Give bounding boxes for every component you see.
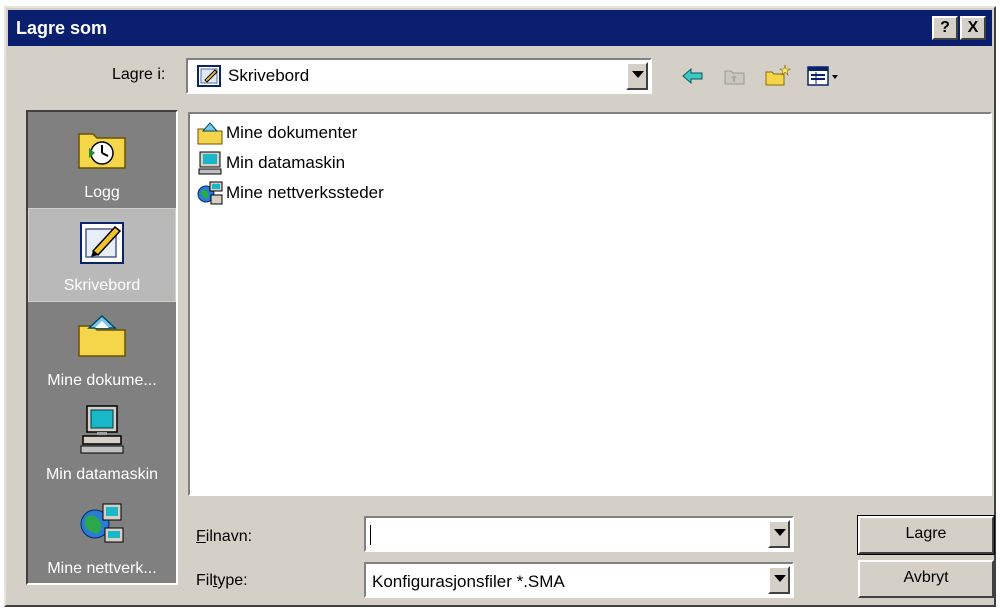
place-label: Logg [84,184,120,201]
up-folder-icon[interactable] [722,64,748,93]
place-logg[interactable]: Logg [28,114,176,208]
my-computer-icon [196,150,224,181]
filetype-label-prefix: Fil [196,572,213,589]
network-places-icon [196,180,224,211]
filename-input[interactable] [364,516,794,552]
filename-label-rest: ilnavn: [205,528,253,545]
places-bar: Logg Skrivebord Mine dokume... Min datam… [26,110,178,585]
history-folder-icon [75,122,129,177]
file-name: Mine dokumenter [226,123,358,142]
dialog-title: Lagre som [16,18,108,38]
save-in-label-prefix: La [112,66,130,83]
title-bar: Lagre som ? X [8,10,992,46]
help-button[interactable]: ? [932,16,958,40]
my-documents-icon [75,310,129,365]
save-in-value: Skrivebord [228,66,310,85]
filetype-label-suffix: ype: [217,572,248,589]
my-computer-icon [75,404,129,461]
filename-label: Filnavn: [196,528,252,546]
place-label: Skrivebord [63,277,141,294]
file-name: Mine nettverkssteder [226,183,384,202]
save-button[interactable]: Lagre [857,515,995,555]
place-label: Mine nettverk... [47,560,157,577]
my-documents-icon [196,120,224,151]
filetype-label: Filtype: [196,572,248,590]
view-menu-icon[interactable] [806,64,842,93]
filetype-dropdown-arrow[interactable] [768,566,790,594]
filetype-value: Konfigurasjonsfiler *.SMA [372,572,565,591]
new-folder-icon[interactable] [764,64,792,93]
text-cursor [370,525,371,545]
filename-dropdown-arrow[interactable] [768,520,790,548]
save-in-label-suffix: re i: [138,66,166,83]
network-places-icon [75,498,129,555]
close-button[interactable]: X [960,16,986,40]
desktop-icon [196,63,222,94]
filename-hotkey: F [196,528,206,545]
filetype-dropdown[interactable]: Konfigurasjonsfiler *.SMA [364,562,794,598]
place-mine-nettverkssteder[interactable]: Mine nettverk... [28,490,176,584]
place-min-datamaskin[interactable]: Min datamaskin [28,396,176,490]
save-in-dropdown-arrow[interactable] [626,62,648,90]
save-in-dropdown[interactable]: Skrivebord [186,58,652,94]
place-skrivebord[interactable]: Skrivebord [28,208,176,302]
file-name: Min datamaskin [226,153,346,172]
save-in-hotkey: g [129,66,139,83]
desktop-icon [75,217,129,272]
place-mine-dokumenter[interactable]: Mine dokume... [28,302,176,396]
back-icon[interactable] [680,64,706,93]
save-in-label: Lagre i: [112,66,165,84]
cancel-button[interactable]: Avbryt [858,560,994,598]
place-label: Mine dokume... [47,372,157,389]
place-label: Min datamaskin [45,466,159,483]
file-list[interactable]: Mine dokumenter Min datamaskin Mine nett… [188,112,992,496]
